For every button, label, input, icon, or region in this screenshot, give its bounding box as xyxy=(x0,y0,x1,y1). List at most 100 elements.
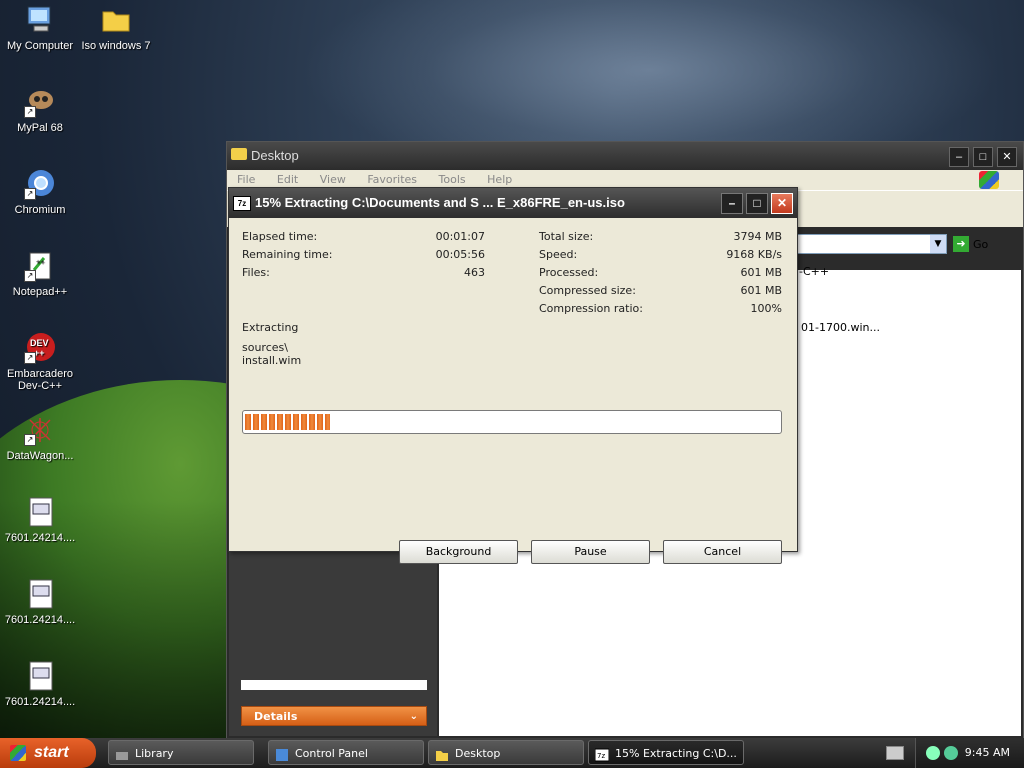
svg-text:7z: 7z xyxy=(597,752,605,760)
taskbar-item-library[interactable]: Library xyxy=(108,740,254,765)
shortcut-arrow-icon: ↗ xyxy=(24,352,36,364)
remaining-time-label: Remaining time: xyxy=(242,248,333,261)
task-label: Control Panel xyxy=(295,747,368,760)
folder-icon xyxy=(435,746,449,761)
explorer-window-controls: – □ ✕ xyxy=(949,147,1017,167)
minimize-button[interactable]: – xyxy=(949,147,969,167)
shortcut-arrow-icon: ↗ xyxy=(24,434,36,446)
menu-edit[interactable]: Edit xyxy=(277,173,298,186)
datawagon-icon: ↗ xyxy=(24,414,56,446)
desktop-icon-label: Embarcadero Dev-C++ xyxy=(6,368,74,392)
compressed-size-value: 601 MB xyxy=(740,284,782,297)
total-size-label: Total size: xyxy=(539,230,594,243)
windows-flag-icon xyxy=(10,745,26,761)
desktop-icon-label: Notepad++ xyxy=(12,286,68,298)
speed-label: Speed: xyxy=(539,248,578,261)
file-icon xyxy=(24,660,56,692)
file-icon xyxy=(24,496,56,528)
processed-value: 601 MB xyxy=(740,266,782,279)
go-label: Go xyxy=(973,237,989,251)
devcpp-icon: DEV ++ ↗ xyxy=(24,332,56,364)
7zip-icon: 7z xyxy=(233,196,251,211)
maximize-button[interactable]: □ xyxy=(973,147,993,167)
start-button[interactable]: start xyxy=(0,738,96,768)
desktop-icon-chromium[interactable]: ↗ Chromium xyxy=(0,168,80,216)
compressed-size-label: Compressed size: xyxy=(539,284,636,297)
taskbar-item-extracting[interactable]: 7z 15% Extracting C:\D... xyxy=(588,740,744,765)
menu-tools[interactable]: Tools xyxy=(439,173,466,186)
notepadpp-icon: ++ ↗ xyxy=(24,250,56,282)
control-panel-icon xyxy=(275,746,289,761)
clock[interactable]: 9:45 AM xyxy=(965,738,1010,768)
shortcut-arrow-icon: ↗ xyxy=(24,188,36,200)
start-label: start xyxy=(34,744,69,761)
desktop-icon-iso-folder[interactable]: Iso windows 7 xyxy=(76,4,156,52)
dialog-title: 15% Extracting C:\Documents and S ... E_… xyxy=(255,195,625,210)
compression-ratio-value: 100% xyxy=(750,302,782,315)
desktop-icon-my-computer[interactable]: My Computer xyxy=(0,4,80,52)
task-label: 15% Extracting C:\D... xyxy=(615,747,737,760)
chevron-down-icon[interactable]: ▼ xyxy=(930,235,946,253)
svg-text:DEV: DEV xyxy=(30,338,49,348)
desktop-icon-file-1[interactable]: 7601.24214.... xyxy=(0,496,80,544)
shortcut-arrow-icon: ↗ xyxy=(24,106,36,118)
explorer-title: Desktop xyxy=(251,148,299,163)
computer-icon xyxy=(24,4,56,36)
close-button[interactable]: ✕ xyxy=(771,193,793,214)
taskbar-item-control-panel[interactable]: Control Panel xyxy=(268,740,424,765)
close-button[interactable]: ✕ xyxy=(997,147,1017,167)
menu-favorites[interactable]: Favorites xyxy=(367,173,417,186)
menu-help[interactable]: Help xyxy=(487,173,512,186)
elapsed-time-value: 00:01:07 xyxy=(435,230,485,243)
explorer-titlebar[interactable]: Desktop – □ ✕ xyxy=(227,142,1023,170)
file-item-label[interactable]: -C++ xyxy=(799,265,829,278)
progress-fill xyxy=(245,414,330,430)
taskbar-item-desktop[interactable]: Desktop xyxy=(428,740,584,765)
dialog-titlebar[interactable]: 7z 15% Extracting C:\Documents and S ...… xyxy=(229,188,797,218)
file-icon xyxy=(24,578,56,610)
library-icon xyxy=(115,746,129,760)
volume-icon[interactable] xyxy=(944,746,958,760)
desktop-icon-label: Chromium xyxy=(14,204,66,216)
shortcut-arrow-icon: ↗ xyxy=(24,270,36,282)
menu-view[interactable]: View xyxy=(320,173,346,186)
network-icon[interactable] xyxy=(926,746,940,760)
status-label: Extracting xyxy=(242,321,299,334)
pause-button[interactable]: Pause xyxy=(531,540,650,564)
background-button[interactable]: Background xyxy=(399,540,518,564)
go-arrow-icon: ➜ xyxy=(953,236,969,252)
address-input[interactable]: ▼ xyxy=(797,234,947,254)
desktop-icon-mypal[interactable]: ↗ MyPal 68 xyxy=(0,86,80,134)
desktop-icon-label: MyPal 68 xyxy=(17,122,63,134)
folder-icon xyxy=(231,148,247,160)
remaining-time-value: 00:05:56 xyxy=(435,248,485,261)
go-button[interactable]: ➜ Go xyxy=(953,236,988,252)
processed-label: Processed: xyxy=(539,266,599,279)
files-label: Files: xyxy=(242,266,270,279)
extract-progress-dialog: 7z 15% Extracting C:\Documents and S ...… xyxy=(228,187,798,564)
current-file: install.wim xyxy=(242,354,302,367)
elapsed-time-label: Elapsed time: xyxy=(242,230,318,243)
svg-text:++: ++ xyxy=(36,259,44,266)
mypal-icon: ↗ xyxy=(24,86,56,118)
taskbar: start Library Control Panel Desktop 7z 1… xyxy=(0,738,1024,768)
desktop-icon-file-2[interactable]: 7601.24214.... xyxy=(0,578,80,626)
details-panel-header[interactable]: Details ⌄ xyxy=(241,706,427,726)
menu-file[interactable]: File xyxy=(237,173,255,186)
cancel-button[interactable]: Cancel xyxy=(663,540,782,564)
desktop-icon-datawagon[interactable]: ↗ DataWagon... xyxy=(0,414,80,462)
desktop-icon-notepadpp[interactable]: ++ ↗ Notepad++ xyxy=(0,250,80,298)
chevron-down-icon: ⌄ xyxy=(409,711,418,722)
file-item-label[interactable]: 01-1700.win... xyxy=(801,321,880,334)
task-label: Desktop xyxy=(455,747,501,760)
chromium-icon: ↗ xyxy=(24,168,56,200)
keyboard-icon[interactable] xyxy=(886,746,904,760)
minimize-button[interactable]: – xyxy=(721,193,743,214)
desktop-icon-file-3[interactable]: 7601.24214.... xyxy=(0,660,80,708)
files-value: 463 xyxy=(464,266,485,279)
speed-value: 9168 KB/s xyxy=(726,248,782,261)
desktop-icon-devcpp[interactable]: DEV ++ ↗ Embarcadero Dev-C++ xyxy=(0,332,80,392)
windows-logo-icon xyxy=(979,171,999,189)
maximize-button[interactable]: □ xyxy=(746,193,768,214)
desktop: My Computer Iso windows 7 ↗ MyPal 68 ↗ C… xyxy=(0,0,1024,768)
